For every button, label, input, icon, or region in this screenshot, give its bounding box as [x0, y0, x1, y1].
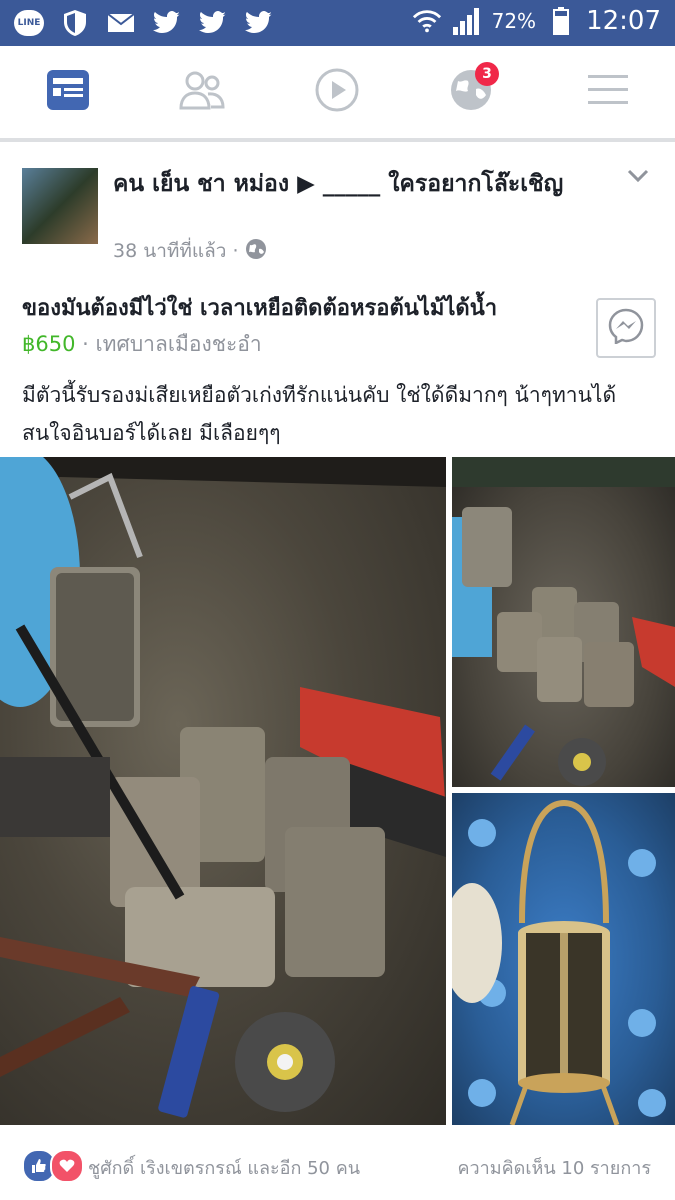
- nav-friends[interactable]: [178, 68, 226, 116]
- notification-badge: 3: [475, 62, 499, 86]
- post-meta: 38 นาทีที่แล้ว ·: [113, 236, 267, 266]
- signal-icon: [452, 6, 482, 36]
- listing-title: ของมันต้องมีไว่ใช่ เวลาเหยือติดต้อหรอต้น…: [22, 296, 498, 321]
- listing-price: ฿650: [22, 332, 76, 356]
- globe-icon: [245, 238, 267, 265]
- post-author[interactable]: คน เย็น ชา หม่อง ▶ _____ ใครอยากโล๊ะเชิญ: [113, 168, 613, 200]
- nav-notifications[interactable]: 3: [447, 62, 499, 116]
- price-row: ฿650 · เทศบาลเมืองชะอำ: [22, 328, 262, 361]
- author-avatar[interactable]: [22, 168, 98, 244]
- nav-video[interactable]: [313, 68, 361, 116]
- love-reaction-icon: [50, 1149, 84, 1183]
- post-footer: ชูศักดิ์ เริงเขตรกรณ์ และอีก 50 คน ความค…: [0, 1135, 675, 1195]
- reactions-summary[interactable]: ชูศักดิ์ เริงเขตรกรณ์ และอีก 50 คน: [88, 1153, 360, 1182]
- reaction-icons[interactable]: [22, 1149, 84, 1183]
- friends-icon: [178, 70, 226, 114]
- video-icon: [314, 67, 360, 117]
- comments-count[interactable]: ความคิดเห็น 10 รายการ: [457, 1153, 651, 1182]
- nav-menu[interactable]: [584, 68, 632, 116]
- post-time[interactable]: 38 นาทีที่แล้ว: [113, 236, 226, 266]
- listing-photo-3[interactable]: [452, 793, 675, 1125]
- battery-percent: 72%: [491, 9, 537, 33]
- twitter-icon: [244, 8, 274, 38]
- separator-dot: ·: [82, 332, 96, 356]
- messenger-button[interactable]: [596, 298, 656, 358]
- clock: 12:07: [586, 6, 661, 36]
- wifi-icon: [412, 6, 442, 36]
- mail-icon: [106, 8, 136, 38]
- messenger-icon: [608, 308, 644, 348]
- listing-photo-2[interactable]: [452, 457, 675, 787]
- status-bar: LINE 72% 12:07: [0, 0, 675, 46]
- line-icon: LINE: [14, 10, 44, 36]
- shield-icon: [60, 8, 90, 38]
- listing-location: เทศบาลเมืองชะอำ: [95, 332, 262, 356]
- post-body: มีตัวนี้รับรองม่เสียเหยือตัวเก่งทีรักแน่…: [22, 383, 617, 445]
- twitter-icon: [152, 8, 182, 38]
- news-feed-icon: [45, 68, 91, 116]
- separator-dot: ·: [232, 240, 239, 262]
- battery-icon: [546, 6, 576, 36]
- twitter-icon: [198, 8, 228, 38]
- listing-photo-1[interactable]: [0, 457, 446, 1125]
- post-options-chevron-icon[interactable]: [627, 168, 649, 187]
- menu-icon: [587, 73, 629, 111]
- top-nav-bar: 3: [0, 46, 675, 142]
- nav-news-feed[interactable]: [44, 68, 92, 116]
